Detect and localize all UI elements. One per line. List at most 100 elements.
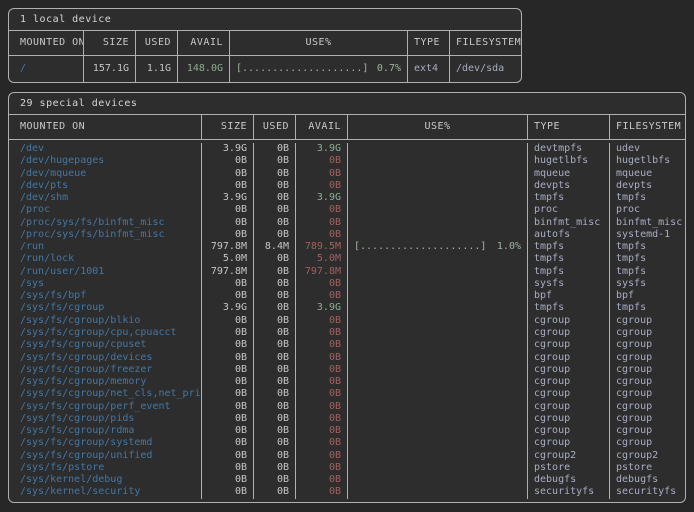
cell-filesystem: tmpfs xyxy=(609,192,685,204)
cell-avail: 0B xyxy=(295,450,347,462)
cell-filesystem: cgroup xyxy=(609,327,685,339)
cell-use-percent xyxy=(347,229,527,241)
cell-filesystem: cgroup xyxy=(609,364,685,376)
cell-mounted-on: /sys xyxy=(9,278,201,290)
filesystem-row: /run797.8M8.4M789.5M[...................… xyxy=(9,241,685,253)
cell-mounted-on: / xyxy=(9,56,83,82)
cell-used: 8.4M xyxy=(253,241,295,253)
cell-used: 0B xyxy=(253,339,295,351)
cell-use-percent xyxy=(347,155,527,167)
usage-percent: 0.7% xyxy=(377,56,401,82)
cell-used: 0B xyxy=(253,352,295,364)
cell-used: 0B xyxy=(253,302,295,314)
cell-mounted-on: /sys/fs/cgroup/perf_event xyxy=(9,401,201,413)
cell-mounted-on: /sys/fs/cgroup/memory xyxy=(9,376,201,388)
cell-type: cgroup xyxy=(527,376,609,388)
cell-use-percent xyxy=(347,266,527,278)
cell-filesystem: cgroup xyxy=(609,352,685,364)
cell-avail: 0B xyxy=(295,352,347,364)
cell-avail: 0B xyxy=(295,168,347,180)
filesystem-row: /sys/kernel/security0B0B0Bsecurityfssecu… xyxy=(9,486,685,498)
filesystem-row: /run/user/1001797.8M0B797.8Mtmpfstmpfs xyxy=(9,266,685,278)
filesystem-row: /run/lock5.0M0B5.0Mtmpfstmpfs xyxy=(9,253,685,265)
cell-type: tmpfs xyxy=(527,192,609,204)
cell-used: 0B xyxy=(253,204,295,216)
filesystem-row: /sys/fs/cgroup/blkio0B0B0Bcgroupcgroup xyxy=(9,315,685,327)
cell-avail: 0B xyxy=(295,290,347,302)
cell-type: securityfs xyxy=(527,486,609,498)
cell-type: debugfs xyxy=(527,474,609,486)
cell-type: proc xyxy=(527,204,609,216)
cell-avail: 0B xyxy=(295,401,347,413)
cell-size: 0B xyxy=(201,290,253,302)
cell-used: 0B xyxy=(253,217,295,229)
column-header-size: SIZE xyxy=(83,31,135,55)
cell-avail: 0B xyxy=(295,315,347,327)
cell-avail: 0B xyxy=(295,339,347,351)
filesystem-row: /157.1G1.1G148.0G[....................]0… xyxy=(9,56,521,82)
cell-filesystem: mqueue xyxy=(609,168,685,180)
cell-filesystem: tmpfs xyxy=(609,302,685,314)
cell-type: cgroup xyxy=(527,437,609,449)
filesystem-row: /sys0B0B0Bsysfssysfs xyxy=(9,278,685,290)
cell-size: 3.9G xyxy=(201,192,253,204)
cell-filesystem: bpf xyxy=(609,290,685,302)
usage-bar: [....................] xyxy=(236,56,368,82)
cell-mounted-on: /sys/kernel/debug xyxy=(9,474,201,486)
filesystem-row: /dev/mqueue0B0B0Bmqueuemqueue xyxy=(9,168,685,180)
cell-size: 0B xyxy=(201,437,253,449)
cell-used: 0B xyxy=(253,425,295,437)
cell-avail: 789.5M xyxy=(295,241,347,253)
cell-use-percent xyxy=(347,290,527,302)
cell-type: autofs xyxy=(527,229,609,241)
cell-used: 0B xyxy=(253,364,295,376)
cell-type: cgroup xyxy=(527,339,609,351)
cell-mounted-on: /proc/sys/fs/binfmt_misc xyxy=(9,217,201,229)
filesystem-row: /dev/shm3.9G0B3.9Gtmpfstmpfs xyxy=(9,192,685,204)
cell-use-percent xyxy=(347,376,527,388)
cell-type: cgroup xyxy=(527,413,609,425)
cell-mounted-on: /sys/fs/cgroup/net_cls,net_prio xyxy=(9,388,201,400)
cell-mounted-on: /proc/sys/fs/binfmt_misc xyxy=(9,229,201,241)
cell-use-percent xyxy=(347,180,527,192)
local-devices-table-body: /157.1G1.1G148.0G[....................]0… xyxy=(9,56,521,82)
cell-avail: 0B xyxy=(295,229,347,241)
cell-avail: 0B xyxy=(295,278,347,290)
filesystem-row: /sys/fs/cgroup3.9G0B3.9Gtmpfstmpfs xyxy=(9,302,685,314)
filesystem-row: /dev/hugepages0B0B0Bhugetlbfshugetlbfs xyxy=(9,155,685,167)
filesystem-row: /sys/fs/cgroup/net_cls,net_prio0B0B0Bcgr… xyxy=(9,388,685,400)
filesystem-row: /sys/fs/pstore0B0B0Bpstorepstore xyxy=(9,462,685,474)
cell-type: devtmpfs xyxy=(527,143,609,155)
cell-use-percent xyxy=(347,388,527,400)
column-header-avail: AVAIL xyxy=(177,31,229,55)
cell-use-percent xyxy=(347,462,527,474)
cell-mounted-on: /proc xyxy=(9,204,201,216)
filesystem-row: /sys/fs/cgroup/cpuset0B0B0Bcgroupcgroup xyxy=(9,339,685,351)
cell-use-percent xyxy=(347,168,527,180)
cell-avail: 0B xyxy=(295,180,347,192)
column-header-avail: AVAIL xyxy=(295,115,347,139)
cell-type: mqueue xyxy=(527,168,609,180)
cell-size: 0B xyxy=(201,204,253,216)
cell-filesystem: cgroup2 xyxy=(609,450,685,462)
cell-use-percent xyxy=(347,486,527,498)
cell-avail: 0B xyxy=(295,474,347,486)
cell-mounted-on: /run xyxy=(9,241,201,253)
cell-use-percent xyxy=(347,339,527,351)
filesystem-row: /sys/kernel/debug0B0B0Bdebugfsdebugfs xyxy=(9,474,685,486)
filesystem-row: /sys/fs/cgroup/devices0B0B0Bcgroupcgroup xyxy=(9,352,685,364)
cell-filesystem: tmpfs xyxy=(609,253,685,265)
filesystem-row: /sys/fs/cgroup/unified0B0B0Bcgroup2cgrou… xyxy=(9,450,685,462)
cell-avail: 0B xyxy=(295,376,347,388)
filesystem-row: /sys/fs/bpf0B0B0Bbpfbpf xyxy=(9,290,685,302)
cell-use-percent xyxy=(347,425,527,437)
cell-type: cgroup xyxy=(527,401,609,413)
cell-filesystem: cgroup xyxy=(609,388,685,400)
cell-type: cgroup xyxy=(527,364,609,376)
local-devices-table-header-row: MOUNTED ONSIZEUSEDAVAILUSE%TYPEFILESYSTE… xyxy=(9,31,521,56)
cell-mounted-on: /sys/fs/cgroup/freezer xyxy=(9,364,201,376)
filesystem-row: /sys/fs/cgroup/memory0B0B0Bcgroupcgroup xyxy=(9,376,685,388)
cell-avail: 148.0G xyxy=(177,56,229,82)
cell-size: 797.8M xyxy=(201,266,253,278)
cell-size: 3.9G xyxy=(201,302,253,314)
